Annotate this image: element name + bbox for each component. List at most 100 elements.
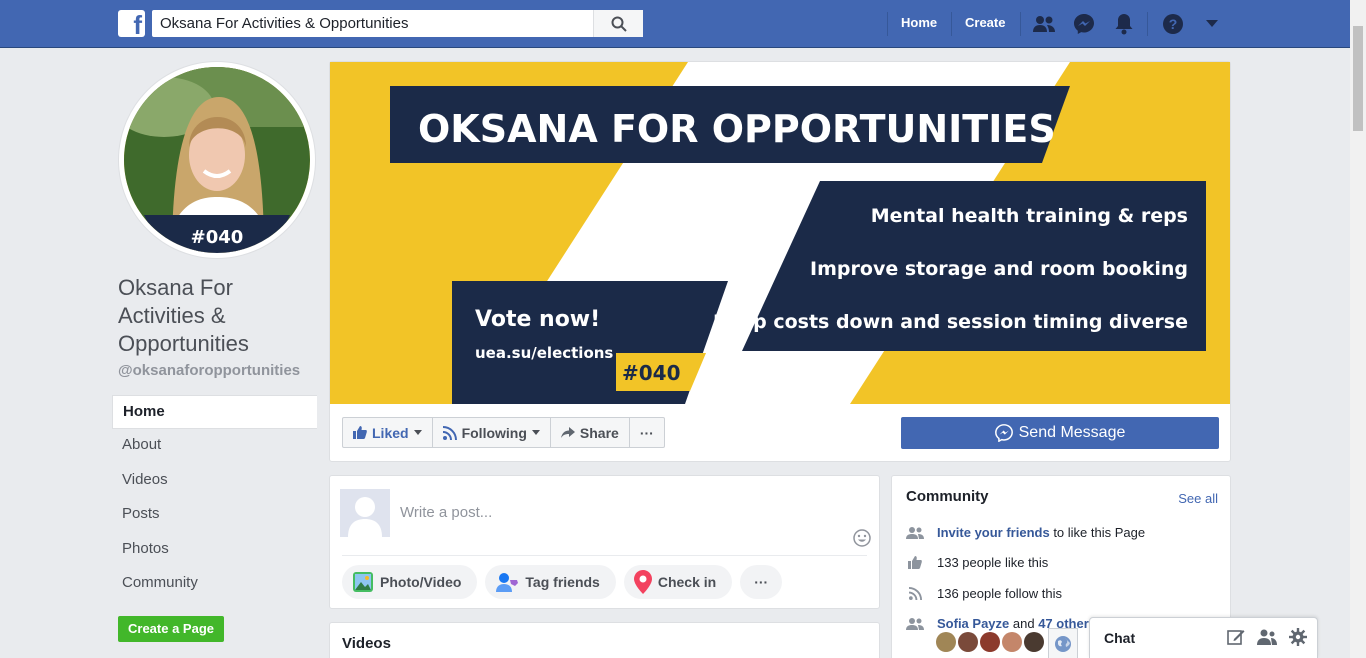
invite-friends-link[interactable]: Invite your friends	[937, 525, 1050, 540]
search-icon	[611, 16, 627, 32]
tag-friends-icon	[496, 573, 519, 592]
location-pin-icon	[633, 570, 652, 594]
send-message-label: Send Message	[1018, 424, 1126, 441]
share-button[interactable]: Share	[551, 418, 630, 447]
tag-friends-label: Tag friends	[525, 574, 600, 590]
nav-create-link[interactable]: Create	[965, 15, 1005, 30]
page-side-navigation: Home About Videos Posts Photos Community	[112, 395, 317, 601]
composer-more-button[interactable]: ···	[740, 565, 783, 599]
cover-card: OKSANA FOR OPPORTUNITIES Mental health t…	[329, 61, 1231, 462]
friend-avatars	[936, 632, 1044, 652]
check-in-label: Check in	[657, 574, 717, 590]
create-page-button[interactable]: Create a Page	[118, 616, 224, 642]
cover-point-3: Keep costs down and session timing diver…	[713, 311, 1188, 333]
friend-avatar[interactable]	[1002, 632, 1022, 652]
liked-label: Liked	[372, 424, 409, 441]
facebook-logo-icon[interactable]: f	[118, 10, 145, 37]
friend-requests-icon[interactable]	[1032, 12, 1056, 36]
new-message-icon[interactable]	[1227, 628, 1245, 646]
cover-vote-url: uea.su/elections	[475, 344, 613, 362]
photo-video-label: Photo/Video	[380, 574, 462, 590]
page-username[interactable]: @oksanaforopportunities	[118, 362, 300, 379]
svg-text:?: ?	[1169, 16, 1178, 32]
rss-feed-icon	[442, 425, 457, 440]
friend-and-text: and	[1009, 616, 1039, 631]
page-title[interactable]: Oksana For Activities & Opportunities	[118, 274, 318, 358]
write-post-input[interactable]: Write a post...	[400, 504, 492, 521]
messenger-icon	[994, 424, 1013, 442]
profile-picture[interactable]: #040	[119, 62, 315, 258]
profile-badge-text: #040	[191, 227, 244, 248]
friend-avatar[interactable]	[980, 632, 1000, 652]
following-label: Following	[461, 424, 527, 441]
thumbs-up-icon	[353, 426, 367, 439]
share-label: Share	[579, 424, 619, 441]
community-see-all-link[interactable]: See all	[1178, 491, 1218, 506]
more-options-button[interactable]: ···	[630, 418, 664, 447]
composer-divider	[342, 555, 867, 556]
cover-point-1: Mental health training & reps	[871, 205, 1188, 227]
videos-title[interactable]: Videos	[342, 635, 391, 652]
invite-friends-row: Invite your friends to like this Page	[906, 525, 1145, 540]
thumbs-up-icon	[906, 556, 924, 570]
cover-headline: OKSANA FOR OPPORTUNITIES	[418, 107, 1056, 151]
search-box	[152, 10, 643, 37]
nav-home-link[interactable]: Home	[901, 15, 937, 30]
composer-avatar	[340, 489, 390, 537]
friend-avatar[interactable]	[1024, 632, 1044, 652]
chat-toolbar	[1227, 628, 1307, 646]
friends-icon	[906, 617, 924, 631]
page-scrollbar[interactable]	[1350, 0, 1366, 658]
nav-divider	[1147, 12, 1148, 36]
post-composer: Write a post... Photo/Video Tag friends …	[329, 475, 880, 609]
friend-avatar[interactable]	[958, 632, 978, 652]
follows-count-text: 136 people follow this	[937, 586, 1063, 601]
nav-divider	[951, 12, 952, 36]
chat-bar[interactable]: Chat	[1089, 617, 1318, 658]
friend-avatar[interactable]	[936, 632, 956, 652]
side-nav-posts[interactable]: Posts	[112, 498, 317, 532]
messenger-icon[interactable]	[1072, 12, 1096, 36]
friend-name-link[interactable]: Sofia Payze	[937, 616, 1009, 631]
share-arrow-icon	[560, 426, 575, 438]
chat-label[interactable]: Chat	[1104, 630, 1135, 646]
chevron-down-icon	[531, 430, 540, 435]
liked-button[interactable]: Liked	[343, 418, 433, 447]
side-nav-community[interactable]: Community	[112, 567, 317, 601]
photo-icon	[353, 572, 373, 592]
side-nav-home[interactable]: Home	[112, 395, 317, 430]
search-button[interactable]	[593, 10, 643, 37]
profile-photo: #040	[124, 67, 310, 253]
follows-count-row: 136 people follow this	[906, 586, 1062, 601]
composer-actions: Photo/Video Tag friends Check in ···	[342, 565, 783, 599]
cover-point-2: Improve storage and room booking	[810, 258, 1188, 280]
help-icon[interactable]: ?	[1161, 12, 1185, 36]
search-input[interactable]	[152, 10, 592, 37]
cover-tag: #040	[622, 361, 681, 385]
group-chat-icon[interactable]	[1257, 628, 1277, 646]
account-menu-caret-icon[interactable]	[1200, 12, 1224, 36]
nav-divider	[1020, 12, 1021, 36]
send-message-button[interactable]: Send Message	[901, 417, 1219, 449]
cover-photo[interactable]: OKSANA FOR OPPORTUNITIES Mental health t…	[330, 62, 1230, 404]
side-nav-photos[interactable]: Photos	[112, 533, 317, 567]
globe-icon[interactable]	[1048, 628, 1078, 658]
check-in-button[interactable]: Check in	[623, 565, 733, 599]
photo-video-button[interactable]: Photo/Video	[342, 565, 478, 599]
cover-vote-text: Vote now!	[475, 307, 600, 332]
notifications-bell-icon[interactable]	[1112, 12, 1136, 36]
chat-settings-gear-icon[interactable]	[1289, 628, 1307, 646]
community-title[interactable]: Community	[906, 488, 989, 505]
chevron-down-icon	[413, 430, 422, 435]
page-action-bar: Liked Following Share ···	[342, 417, 665, 448]
likes-count-text: 133 people like this	[937, 555, 1049, 570]
emoji-icon[interactable]	[853, 529, 871, 552]
tag-friends-button[interactable]: Tag friends	[485, 565, 616, 599]
likes-count-row: 133 people like this	[906, 555, 1048, 570]
rss-feed-icon	[906, 587, 924, 601]
side-nav-about[interactable]: About	[112, 429, 317, 463]
side-nav-videos[interactable]: Videos	[112, 464, 317, 498]
composer-more-label: ···	[754, 574, 769, 590]
scrollbar-thumb[interactable]	[1353, 26, 1363, 131]
following-button[interactable]: Following	[433, 418, 551, 447]
